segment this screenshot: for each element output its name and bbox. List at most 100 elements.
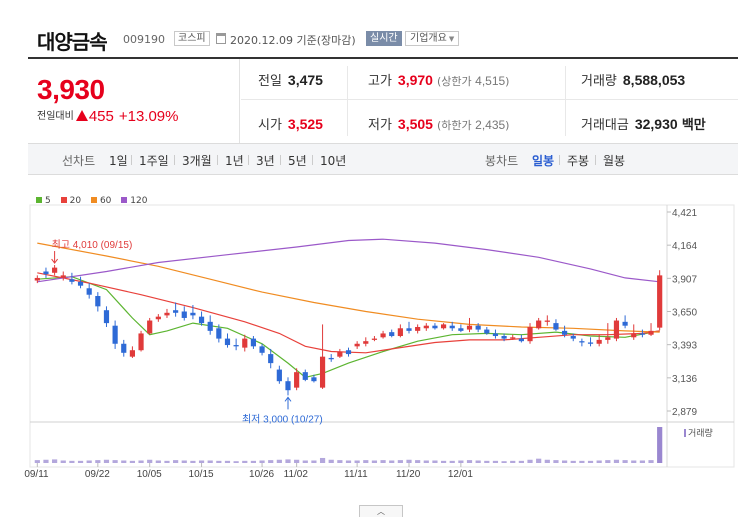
candle-body xyxy=(259,346,265,353)
volume-bar xyxy=(492,460,499,463)
volume-bar xyxy=(77,460,84,463)
volume-bar xyxy=(138,460,144,463)
current-price-box: 3,930 전일대비 455 +13.09% xyxy=(28,59,240,143)
period-separator xyxy=(280,155,281,165)
amount-cell: 거래대금 32,930 백만 xyxy=(581,114,706,133)
volume-bar xyxy=(198,460,205,463)
candle-body xyxy=(596,339,602,344)
amount-unit: 백만 xyxy=(681,118,706,133)
upper-limit-value: 4,515 xyxy=(475,74,506,88)
volume-label: 거래량 xyxy=(581,74,617,89)
low-cell: 저가 3,505 (하한가 2,435) xyxy=(368,114,509,133)
volume-bar xyxy=(449,460,455,463)
change-percent: +13.09% xyxy=(118,108,179,125)
volume-bar xyxy=(371,460,378,463)
volume-bar xyxy=(510,460,516,463)
candle-body xyxy=(103,310,110,324)
volume-bar xyxy=(181,460,187,463)
candle-body xyxy=(466,325,473,330)
candle-body xyxy=(562,330,568,335)
candle-body xyxy=(440,324,447,329)
stock-code: 009190 xyxy=(123,33,165,46)
low-annotation: 최저 3,000 (10/27) xyxy=(242,413,323,425)
y-tick-label: 4,421 xyxy=(672,208,697,219)
period-1year[interactable]: 1년 xyxy=(225,152,244,169)
row-divider xyxy=(241,99,738,100)
volume-bar xyxy=(501,461,507,463)
y-tick-label: 4,164 xyxy=(672,241,697,252)
candle-body xyxy=(77,281,84,286)
period-3month[interactable]: 3개월 xyxy=(182,152,212,169)
x-tick-label: 11/02 xyxy=(284,469,309,480)
candle-body xyxy=(112,325,118,344)
candle-body xyxy=(207,321,213,331)
candle-body xyxy=(363,341,369,344)
x-tick-label: 09/22 xyxy=(85,469,110,480)
high-annotation: 최고 4,010 (09/15) xyxy=(52,239,133,251)
candle-body xyxy=(389,332,395,337)
company-overview-button[interactable]: 기업개요 ▼ xyxy=(405,31,460,46)
period-separator xyxy=(131,155,132,165)
candle-daily[interactable]: 일봉 xyxy=(532,152,554,169)
candle-body xyxy=(268,354,274,364)
volume-bar xyxy=(224,460,231,463)
x-tick-label: 12/01 xyxy=(448,469,473,480)
candle-body xyxy=(639,333,645,335)
volume-bar xyxy=(389,460,395,463)
volume-bar xyxy=(423,460,429,463)
volume-bar xyxy=(294,459,300,463)
volume-bar xyxy=(69,460,75,463)
candle-body xyxy=(52,267,58,273)
chart-toggle-tab[interactable]: ︿ xyxy=(359,505,403,517)
candle-body xyxy=(216,328,222,339)
candle-body xyxy=(397,328,403,337)
period-1week[interactable]: 1주일 xyxy=(139,152,169,169)
volume-bar xyxy=(397,460,403,463)
candle-body xyxy=(648,330,654,335)
candlestick-chart[interactable]: 4,421 4,164 3,907 3,650 3,393 3,136 2,879 09/11… xyxy=(0,200,738,505)
volume-bar xyxy=(60,460,66,463)
volume-bar xyxy=(432,460,438,463)
candle-body xyxy=(570,336,576,339)
candle-body xyxy=(605,337,611,340)
volume-bar xyxy=(285,459,291,463)
volume-bar xyxy=(466,460,473,463)
candle-body xyxy=(579,341,585,343)
volume-bar xyxy=(562,460,568,463)
x-tick-label: 10/05 xyxy=(137,469,162,480)
volume-bar xyxy=(587,460,594,463)
candle-body xyxy=(475,325,481,330)
prev-close-label: 전일 xyxy=(258,74,282,89)
period-3year[interactable]: 3년 xyxy=(256,152,275,169)
period-5year[interactable]: 5년 xyxy=(288,152,307,169)
period-separator xyxy=(312,155,313,165)
candle-body xyxy=(484,329,490,334)
candle-body xyxy=(121,343,127,353)
volume-bar xyxy=(242,460,248,463)
lower-limit-value: 2,435 xyxy=(475,118,506,132)
volume-bar xyxy=(302,460,308,463)
x-tick-label: 11/20 xyxy=(396,469,421,480)
period-10year[interactable]: 10년 xyxy=(320,152,346,169)
candle-body xyxy=(129,350,135,357)
candle-body xyxy=(380,333,386,338)
volume-bar xyxy=(613,459,620,463)
period-1day[interactable]: 1일 xyxy=(109,152,128,169)
candle-monthly[interactable]: 월봉 xyxy=(603,152,625,169)
candle-weekly[interactable]: 주봉 xyxy=(567,152,589,169)
realtime-button[interactable]: 실시간 xyxy=(366,31,402,46)
chart-period-bar: 선차트 1일 1주일 3개월 1년 3년 5년 10년 봉차트 일봉 주봉 월봉 xyxy=(28,143,738,175)
volume-bar xyxy=(657,427,663,463)
amount-value: 32,930 xyxy=(634,116,678,132)
candle-body xyxy=(536,320,542,329)
x-tick-label: 09/11 xyxy=(24,469,49,480)
volume-cell: 거래량 8,588,053 xyxy=(581,70,685,89)
volume-bar xyxy=(147,459,153,463)
volume-bar xyxy=(112,460,118,463)
chevron-down-icon: ▼ xyxy=(448,35,455,43)
volume-bar xyxy=(639,460,645,463)
x-tick-label: 10/15 xyxy=(189,469,214,480)
volume-bar xyxy=(95,460,101,463)
volume-bar xyxy=(518,460,524,463)
volume-bar xyxy=(276,459,282,463)
